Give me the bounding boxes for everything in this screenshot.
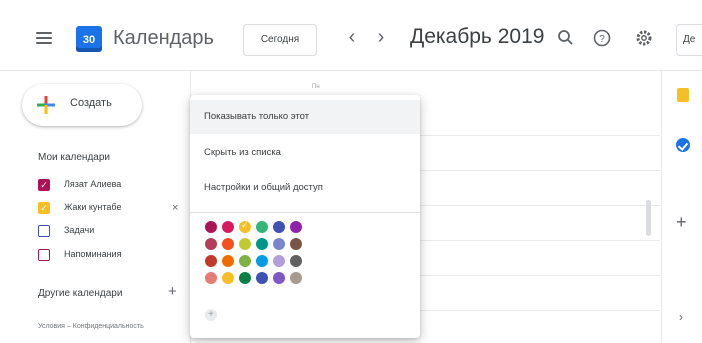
today-button[interactable]: Сегодня [243,24,317,56]
help-icon[interactable]: ? [592,28,612,48]
calendar-item[interactable]: Напоминания [38,248,188,264]
color-swatch[interactable] [273,272,285,284]
calendar-label: Жаки кунтабе [64,202,122,212]
search-icon[interactable] [556,28,576,48]
header-divider [0,70,702,71]
menu-item-show-only-this[interactable]: Показывать только этот [190,100,420,134]
color-swatch[interactable] [256,221,268,233]
color-swatch[interactable] [273,255,285,267]
settings-icon[interactable] [634,28,654,48]
color-swatch[interactable] [222,255,234,267]
calendar-label: Напоминания [64,249,122,259]
add-other-calendar-icon[interactable]: + [168,283,177,300]
calendar-item[interactable]: ✓ Жаки кунтабе [38,201,188,217]
color-swatch[interactable] [205,238,217,250]
next-period-button[interactable]: › [373,26,389,49]
grid-scrollbar[interactable] [646,200,651,236]
grid-row-line [420,310,660,311]
add-addon-icon[interactable]: + [676,212,687,233]
tasks-icon[interactable] [676,138,690,152]
menu-divider [190,212,420,213]
create-button[interactable]: Создать [22,84,142,126]
plus-icon [37,96,55,114]
main-menu-icon[interactable] [36,32,52,44]
color-swatch[interactable] [239,238,251,250]
color-swatch[interactable] [290,221,302,233]
calendar-item[interactable]: Задачи [38,224,188,240]
grid-row-line [420,135,660,136]
color-swatch[interactable] [290,238,302,250]
calendar-label: Задачи [64,225,95,235]
calendar-checkbox[interactable] [38,249,50,261]
color-swatch[interactable] [239,255,251,267]
menu-item-settings-sharing[interactable]: Настройки и общий доступ [190,171,420,205]
color-swatch[interactable] [205,221,217,233]
calendar-checkbox[interactable] [38,225,50,237]
color-swatch[interactable] [222,272,234,284]
color-swatch[interactable] [239,272,251,284]
color-swatch[interactable] [256,272,268,284]
color-swatch[interactable] [256,255,268,267]
view-switcher-button[interactable]: Де [676,24,702,56]
keep-icon[interactable] [677,88,689,102]
color-swatch[interactable] [205,255,217,267]
grid-row-line [420,240,660,241]
calendar-logo-icon: 30 [76,26,102,52]
calendar-checkbox[interactable]: ✓ [38,179,50,191]
expand-panel-icon[interactable]: › [679,310,683,324]
day-column-header: Пн [312,84,320,90]
remove-calendar-icon[interactable]: × [172,202,178,214]
add-custom-color-button[interactable]: + [205,309,217,321]
color-swatch[interactable] [222,221,234,233]
calendar-label: Лязат Алиева [64,179,122,189]
color-swatch[interactable] [256,238,268,250]
create-button-label: Создать [70,97,112,109]
color-swatch[interactable] [205,272,217,284]
menu-item-hide-from-list[interactable]: Скрыть из списка [190,136,420,170]
color-swatch[interactable] [273,221,285,233]
grid-column-line [661,70,662,343]
color-swatch[interactable] [222,238,234,250]
my-calendars-title[interactable]: Мои календари [38,152,110,163]
color-swatch[interactable] [239,220,251,233]
svg-text:?: ? [599,34,605,45]
calendar-options-menu: Показывать только этот Скрыть из списка … [190,95,420,338]
calendar-checkbox[interactable]: ✓ [38,202,50,214]
color-swatch[interactable] [290,255,302,267]
other-calendars-title[interactable]: Другие календари [38,288,122,299]
footer-links[interactable]: Условия – Конфиденциальность [38,323,144,330]
app-title: Календарь [113,27,214,49]
previous-period-button[interactable]: ‹ [344,26,360,49]
grid-row-line [420,275,660,276]
current-period-label: Декабрь 2019 [410,25,545,48]
color-swatch[interactable] [273,238,285,250]
grid-row-line [420,170,660,171]
calendar-item[interactable]: ✓ Лязат Алиева [38,178,188,194]
color-swatch[interactable] [290,272,302,284]
